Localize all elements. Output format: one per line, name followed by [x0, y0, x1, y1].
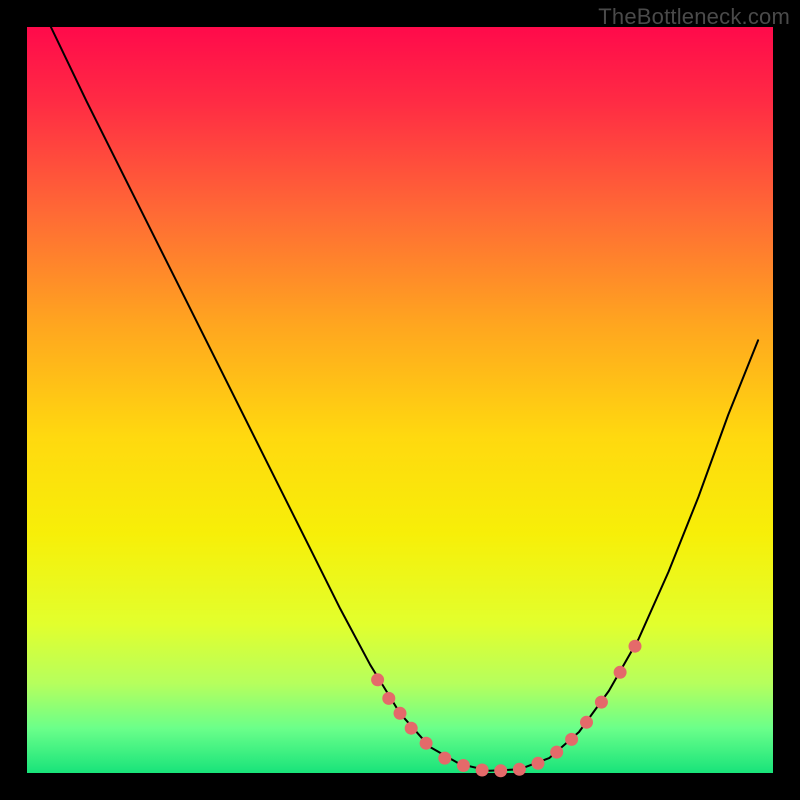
- curve-marker: [580, 716, 593, 729]
- curve-marker: [614, 666, 627, 679]
- curve-marker: [394, 707, 407, 720]
- curve-marker: [476, 764, 489, 777]
- curve-marker: [371, 673, 384, 686]
- curve-marker: [550, 746, 563, 759]
- bottleneck-chart: [0, 0, 800, 800]
- curve-marker: [494, 764, 507, 777]
- curve-marker: [595, 696, 608, 709]
- curve-marker: [420, 737, 433, 750]
- watermark-label: TheBottleneck.com: [598, 4, 790, 30]
- chart-gradient-background: [27, 27, 773, 773]
- curve-marker: [457, 759, 470, 772]
- curve-marker: [629, 640, 642, 653]
- curve-marker: [382, 692, 395, 705]
- curve-marker: [438, 752, 451, 765]
- curve-marker: [405, 722, 418, 735]
- curve-marker: [513, 763, 526, 776]
- curve-marker: [532, 757, 545, 770]
- chart-frame: TheBottleneck.com: [0, 0, 800, 800]
- curve-marker: [565, 733, 578, 746]
